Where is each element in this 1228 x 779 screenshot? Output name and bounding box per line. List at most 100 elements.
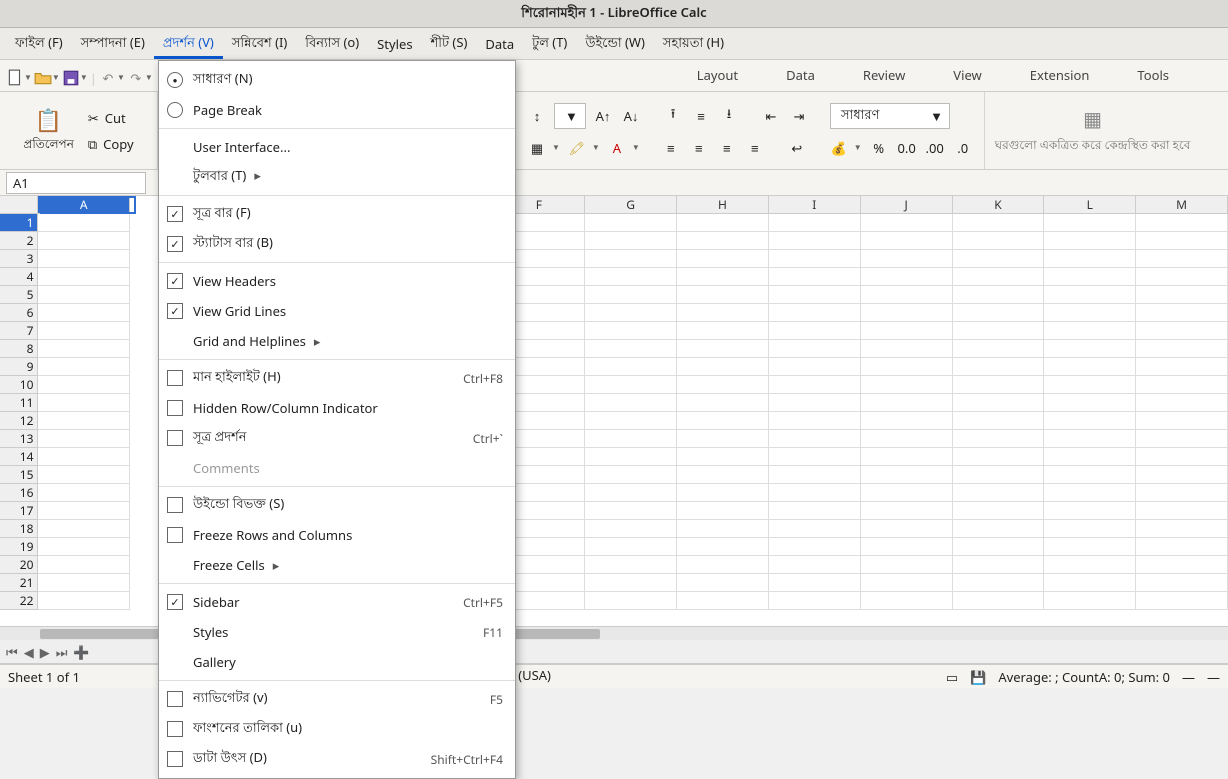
merge-icon[interactable]: ▦ [1083, 105, 1102, 132]
menu-item[interactable]: View Grid Lines [159, 296, 515, 326]
row-header-7[interactable]: 7 [0, 322, 38, 340]
last-sheet-icon[interactable]: ⏭ [56, 643, 68, 661]
ribbon-tab-layout[interactable]: Layout [673, 60, 762, 91]
align-right-icon[interactable]: ≡ [716, 137, 738, 159]
row-header-8[interactable]: 8 [0, 340, 38, 358]
col-header-M[interactable]: M [1136, 196, 1228, 214]
menu-item[interactable]: সূত্র বার (F) [159, 199, 515, 229]
prev-sheet-icon[interactable]: ◀ [24, 643, 34, 661]
row-header-9[interactable]: 9 [0, 358, 38, 376]
menu-item[interactable]: স্ট্যাটাস বার (B) [159, 229, 515, 259]
name-box[interactable]: A1 [6, 172, 146, 194]
menu-item[interactable]: Hidden Row/Column Indicator [159, 393, 515, 423]
menu-item[interactable]: উইন্ডো বিভক্ত (S) [159, 490, 515, 520]
zoom-out-icon[interactable]: — [1182, 668, 1195, 686]
menu-item[interactable]: ফাংশনের তালিকা (u) [159, 714, 515, 744]
ribbon-tab-view[interactable]: View [929, 60, 1005, 91]
menu-item[interactable]: SidebarCtrl+F5 [159, 587, 515, 617]
ribbon-tab-data[interactable]: Data [762, 60, 839, 91]
menu-item[interactable]: ন্যাভিগেটর (v)F5 [159, 684, 515, 714]
font-size-combo[interactable]: ▼ [554, 103, 586, 129]
menu-item[interactable]: মান হাইলাইট (H)Ctrl+F8 [159, 363, 515, 393]
menu-w[interactable]: উইন্ডো (W) [576, 29, 654, 59]
row-header-4[interactable]: 4 [0, 268, 38, 286]
row-header-11[interactable]: 11 [0, 394, 38, 412]
ribbon-tab-tools[interactable]: Tools [1113, 60, 1193, 91]
row-header-3[interactable]: 3 [0, 250, 38, 268]
menu-item[interactable]: User Interface... [159, 132, 515, 162]
col-header-A[interactable]: A [38, 196, 130, 214]
row-header-10[interactable]: 10 [0, 376, 38, 394]
row-header-19[interactable]: 19 [0, 538, 38, 556]
row-header-1[interactable]: 1 [0, 214, 38, 232]
next-sheet-icon[interactable]: ▶ [40, 643, 50, 661]
new-doc-icon[interactable] [6, 69, 24, 87]
percent-icon[interactable]: % [868, 137, 890, 159]
menu-styles[interactable]: Styles [368, 31, 421, 57]
col-header-K[interactable]: K [953, 196, 1045, 214]
first-sheet-icon[interactable]: ⏮ [6, 643, 18, 661]
row-header-17[interactable]: 17 [0, 502, 38, 520]
menu-item[interactable]: সাধারণ (N) [159, 65, 515, 95]
row-header-15[interactable]: 15 [0, 466, 38, 484]
menu-item[interactable]: ডাটা উৎস (D)Shift+Ctrl+F4 [159, 744, 515, 774]
add-sheet-icon[interactable]: ➕ [73, 643, 89, 661]
align-justify-icon[interactable]: ≡ [744, 137, 766, 159]
border-icon[interactable]: ▦ [526, 137, 548, 159]
col-header-L[interactable]: L [1044, 196, 1136, 214]
cut-button[interactable]: ✂Cut [88, 109, 134, 127]
row-header-22[interactable]: 22 [0, 592, 38, 610]
undo-icon[interactable]: ↶ [99, 69, 117, 87]
shrink-font-icon[interactable]: A↓ [620, 105, 642, 127]
menu-item[interactable]: Gallery [159, 647, 515, 677]
align-bottom-icon[interactable]: ⭳ [718, 105, 740, 127]
menu-data[interactable]: Data [476, 31, 523, 57]
row-header-14[interactable]: 14 [0, 448, 38, 466]
style-combo[interactable]: সাধারণ▼ [830, 103, 950, 129]
highlight-icon[interactable]: 🖍 [566, 137, 588, 159]
indent-dec-icon[interactable]: ⇤ [760, 105, 782, 127]
save-icon[interactable] [62, 69, 80, 87]
row-header-2[interactable]: 2 [0, 232, 38, 250]
row-header-18[interactable]: 18 [0, 520, 38, 538]
align-middle-icon[interactable]: ≡ [690, 105, 712, 127]
copy-button[interactable]: ⧉Copy [88, 135, 134, 153]
number-icon[interactable]: 0.0 [896, 137, 918, 159]
align-left-icon[interactable]: ≡ [660, 137, 682, 159]
col-header-I[interactable]: I [769, 196, 861, 214]
open-icon[interactable] [34, 69, 52, 87]
menu-item[interactable]: Freeze Rows and Columns [159, 520, 515, 550]
menu-f[interactable]: ফাইল (F) [6, 29, 72, 59]
row-header-20[interactable]: 20 [0, 556, 38, 574]
paste-icon[interactable]: 📋 [23, 105, 73, 135]
shrink-icon[interactable]: ↕ [526, 105, 548, 127]
menu-item[interactable]: View Headers [159, 266, 515, 296]
menu-item[interactable]: StylesF11 [159, 617, 515, 647]
ribbon-tab-review[interactable]: Review [839, 60, 929, 91]
col-header-J[interactable]: J [861, 196, 953, 214]
wrap-icon[interactable]: ↩ [786, 137, 808, 159]
signature-icon[interactable]: ▭ [946, 668, 958, 686]
font-color-icon[interactable]: A [606, 137, 628, 159]
menu-h[interactable]: সহায়তা (H) [654, 29, 733, 59]
dec-inc-icon[interactable]: .00 [924, 137, 946, 159]
save-status-icon[interactable]: 💾 [970, 668, 986, 686]
grow-font-icon[interactable]: A↑ [592, 105, 614, 127]
menu-e[interactable]: সম্পাদনা (E) [72, 29, 154, 59]
currency-icon[interactable]: 💰 [828, 137, 850, 159]
menu-v[interactable]: প্রদর্শন (V) [154, 29, 223, 59]
row-header-16[interactable]: 16 [0, 484, 38, 502]
row-header-12[interactable]: 12 [0, 412, 38, 430]
menu-o[interactable]: বিন্যাস (o) [296, 29, 368, 59]
menu-item[interactable]: সূত্র প্রদর্শনCtrl+` [159, 423, 515, 453]
align-center-icon[interactable]: ≡ [688, 137, 710, 159]
menu-i[interactable]: সন্নিবেশ (I) [223, 29, 296, 59]
row-header-5[interactable]: 5 [0, 286, 38, 304]
row-header-13[interactable]: 13 [0, 430, 38, 448]
align-top-icon[interactable]: ⭱ [662, 105, 684, 127]
row-header-21[interactable]: 21 [0, 574, 38, 592]
menu-item[interactable]: Page Break [159, 95, 515, 125]
menu-item[interactable]: টুলবার (T) [159, 162, 515, 192]
col-header-G[interactable]: G [585, 196, 677, 214]
menu-item[interactable]: Grid and Helplines [159, 326, 515, 356]
